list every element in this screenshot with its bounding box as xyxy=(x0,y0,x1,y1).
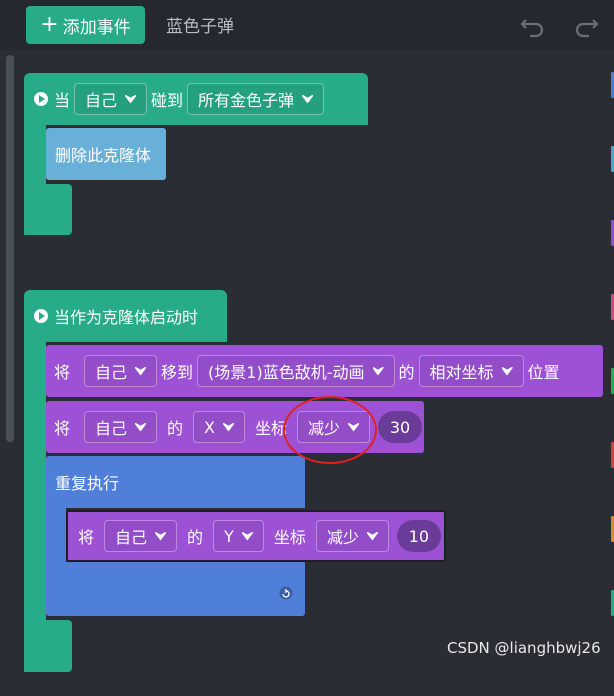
target-dropdown[interactable]: 自己 xyxy=(84,355,158,387)
of-label: 的 xyxy=(167,419,184,438)
repeat-forever-label: 重复执行 xyxy=(55,474,120,493)
value-input[interactable]: 30 xyxy=(378,411,423,443)
watermark: CSDN @lianghbwj26 xyxy=(447,639,601,657)
operation-dropdown[interactable]: 减少 xyxy=(315,520,389,552)
loop-arrow-icon xyxy=(279,586,293,600)
dropdown-arrow-icon xyxy=(373,366,384,377)
move-to-label: 移到 xyxy=(161,363,194,382)
of-label: 的 xyxy=(398,363,415,382)
move-to-block[interactable]: 将 自己 移到 (场景1)蓝色敌机-动画 的 相对坐标 位置 xyxy=(46,345,603,397)
position-label: 位置 xyxy=(527,363,560,382)
set-label: 将 xyxy=(54,419,71,438)
target-dropdown[interactable]: 自己 xyxy=(74,83,148,115)
play-icon xyxy=(34,309,48,323)
target-dropdown[interactable]: 自己 xyxy=(104,520,178,552)
value-input[interactable]: 10 xyxy=(396,520,441,552)
change-y-block[interactable]: 将 自己 的 Y 坐标 减少 10 xyxy=(66,510,446,562)
clone-start-label: 当作为克隆体启动时 xyxy=(54,308,199,327)
dropdown-arrow-icon xyxy=(302,94,313,105)
delete-clone-label: 删除此克隆体 xyxy=(55,146,152,165)
dropdown-arrow-icon xyxy=(135,422,146,433)
destination-dropdown[interactable]: (场景1)蓝色敌机-动画 xyxy=(197,355,395,387)
undo-icon[interactable] xyxy=(518,10,548,40)
dropdown-arrow-icon xyxy=(223,422,234,433)
dropdown-arrow-icon xyxy=(367,531,378,542)
script1-end-cap xyxy=(24,184,72,235)
axis-dropdown[interactable]: Y xyxy=(213,520,264,552)
touch-label: 碰到 xyxy=(151,91,184,110)
coordinate-label: 坐标 xyxy=(273,528,306,547)
script2-spine xyxy=(24,342,46,622)
dropdown-arrow-icon xyxy=(502,366,513,377)
plus-icon: + xyxy=(40,12,59,37)
clone-start-event-block[interactable]: 当作为克隆体启动时 xyxy=(24,290,227,342)
vertical-scrollbar[interactable] xyxy=(6,55,14,442)
collision-event-block[interactable]: 当 自己 碰到 所有金色子弹 xyxy=(24,73,368,125)
repeat-footer xyxy=(46,562,305,616)
set-label: 将 xyxy=(78,528,95,547)
redo-icon[interactable] xyxy=(571,10,601,40)
set-label: 将 xyxy=(54,363,71,382)
sprite-name: 蓝色子弹 xyxy=(166,17,234,37)
repeat-arm xyxy=(46,506,66,566)
object-dropdown[interactable]: 所有金色子弹 xyxy=(187,83,325,115)
delete-clone-block[interactable]: 删除此克隆体 xyxy=(46,128,166,180)
script2-end-cap xyxy=(24,620,72,672)
repeat-forever-block[interactable]: 重复执行 xyxy=(46,456,305,508)
play-icon xyxy=(34,92,48,106)
axis-dropdown[interactable]: X xyxy=(193,411,246,443)
of-label: 的 xyxy=(187,528,204,547)
toolbar: + 添加事件 蓝色子弹 xyxy=(0,0,614,50)
highlight-circle xyxy=(283,396,377,464)
coordinate-mode-dropdown[interactable]: 相对坐标 xyxy=(418,355,524,387)
add-event-label: 添加事件 xyxy=(62,17,131,38)
when-label: 当 xyxy=(54,91,71,110)
dropdown-arrow-icon xyxy=(135,366,146,377)
dropdown-arrow-icon xyxy=(125,94,136,105)
script1-spine xyxy=(24,125,46,185)
target-dropdown[interactable]: 自己 xyxy=(84,411,158,443)
add-event-button[interactable]: + 添加事件 xyxy=(26,6,145,44)
dropdown-arrow-icon xyxy=(242,531,253,542)
dropdown-arrow-icon xyxy=(155,531,166,542)
